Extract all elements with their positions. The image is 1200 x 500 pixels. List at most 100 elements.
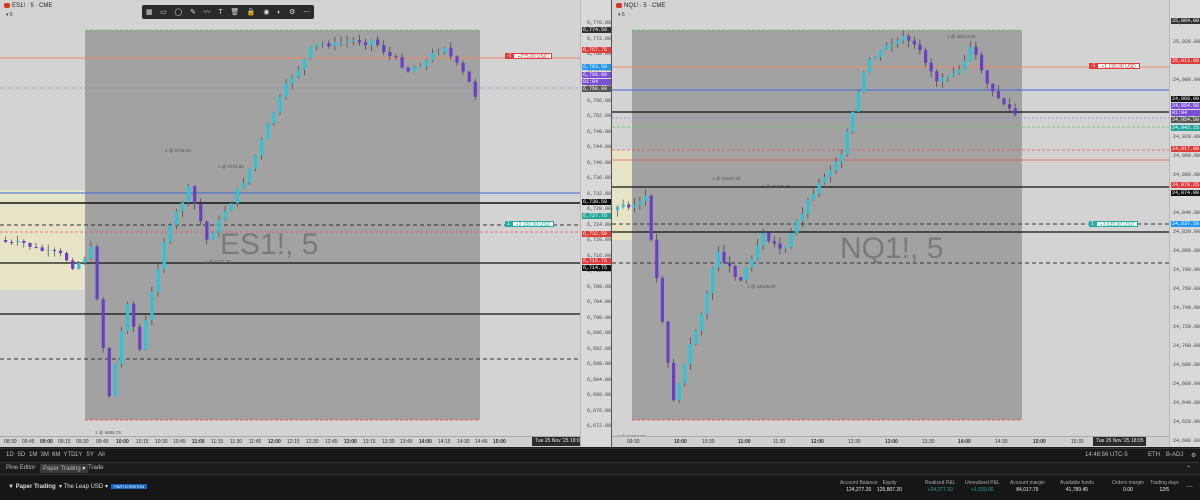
price-tick-label: 24,660.00 (1172, 381, 1200, 387)
trash-icon[interactable]: 🗑 (230, 8, 239, 16)
time-tick-label: 13:45 (400, 439, 413, 445)
bull-candle (223, 210, 227, 220)
price-tick-label: 6,692.00 (586, 345, 611, 352)
more-options-icon[interactable]: ⋯ (1186, 483, 1193, 491)
price-tick-label: 6,732.00 (586, 190, 611, 197)
es-price-axis[interactable]: 6,776.006,772.006,768.006,764.006,760.00… (580, 0, 613, 447)
bull-candle (260, 139, 264, 155)
range-button-5d[interactable]: 5D (18, 452, 26, 458)
premarket-zone (0, 190, 85, 290)
nq-time-axis[interactable]: 09:30 10:00 10:30 11:00 11:30 12:00 12:30 13:00… (612, 436, 1169, 447)
camera-icon[interactable]: ◉ (263, 8, 269, 16)
account-name: The Leap USD (63, 484, 104, 490)
settings-gear-icon[interactable]: ⚙ (1191, 452, 1196, 459)
pencil-icon[interactable]: ✎ (190, 8, 196, 16)
nq-position-tag[interactable]: 1 +3,635.00 USD (1089, 221, 1139, 228)
time-tick-label: 13:30 (382, 439, 395, 445)
bull-candle (174, 211, 178, 226)
es-chart-pane[interactable]: 1 @ 6739.25 1 @ 6731.50 1 @ 6722.75 1 @ 668… (0, 0, 580, 447)
bull-candle (370, 39, 374, 46)
price-tag: 01:04 (1171, 110, 1200, 116)
account-stat-label: Equity (882, 480, 897, 486)
range-button-3m[interactable]: 3M (41, 452, 49, 458)
bull-candle (688, 343, 692, 364)
bear-candle (199, 203, 203, 222)
bear-candle (722, 251, 726, 263)
bull-candle (418, 66, 422, 68)
bull-candle (644, 195, 648, 202)
es-symbol-header[interactable]: ES1! · 5 · CME (4, 3, 52, 9)
rectangle-icon[interactable]: ▭ (160, 8, 167, 16)
trade-marker-label: 1 @ 6688.75 (95, 430, 121, 435)
account-stat-value: 124,277.20 (846, 487, 872, 493)
adjustment-toggle[interactable]: B-ADJ (1166, 452, 1183, 458)
time-tick-label: 10:30 (702, 439, 715, 445)
range-button-all[interactable]: All (98, 452, 105, 458)
range-button-6m[interactable]: 6M (52, 452, 60, 458)
bear-candle (132, 303, 136, 327)
nq-candlestick-chart[interactable]: 1 @ 25013.00 1 @ 24837.50 1 @ 24775.25 1 @ … (612, 0, 1169, 447)
bear-candle (907, 36, 911, 41)
trade-marker-label: 1 @ 6739.25 (165, 148, 191, 153)
bear-candle (991, 83, 995, 92)
tab-paper-trading[interactable]: Paper Trading ▾ (40, 464, 89, 473)
nq-interval-toggle[interactable]: ▾ 5 (618, 12, 625, 18)
drawing-toolbar[interactable]: ▦ ▭ ◯ ✎ 〰 T 🗑 🔒 ◉ ◐ ⚙ ⋯ (142, 5, 314, 19)
text-icon[interactable]: T (218, 9, 222, 16)
price-tag: 25,064.00 (1171, 18, 1200, 24)
es-take-profit-order-tag[interactable]: -1 +275.00 USD (505, 53, 552, 60)
bear-candle (996, 91, 1000, 99)
price-tick-label: 6,680.00 (586, 392, 611, 398)
settings-icon[interactable]: ⚙ (289, 8, 295, 16)
bull-candle (946, 76, 950, 78)
es-candlestick-chart[interactable]: 1 @ 6739.251 @ 6731.501 @ 6722.751 @ 668… (0, 0, 580, 447)
grid-icon[interactable]: ▦ (146, 8, 153, 16)
bear-candle (363, 42, 368, 46)
clock-label: 14:48:56 UTC-5 (1085, 452, 1128, 458)
account-stat: Unrealized P&L +1,530.00 (965, 480, 1000, 493)
bull-candle (677, 383, 681, 401)
time-tick-label: 14:30 (995, 439, 1008, 445)
account-stat-value: 84,017.75 (1016, 487, 1039, 493)
account-stat-label: Available funds (1060, 480, 1094, 486)
bear-candle (627, 204, 631, 208)
time-tick-label: 14:00 (419, 439, 432, 445)
es-interval-toggle[interactable]: ▾ 5 (6, 12, 13, 18)
bull-candle (248, 168, 252, 183)
nq-price-axis[interactable]: 25,040.0025,020.0025,000.0024,980.0024,9… (1169, 0, 1200, 447)
session-toggle[interactable]: ETH (1148, 452, 1160, 458)
more-icon[interactable]: ⋯ (303, 8, 310, 16)
bear-candle (1002, 98, 1006, 105)
lock-icon[interactable]: 🔒 (247, 8, 256, 16)
eye-icon[interactable]: ◐ (277, 9, 281, 16)
broker-selector[interactable]: ▼ Paper Trading ▾ The Leap USD ▾ PARTICI… (8, 483, 148, 490)
collapse-panel-icon[interactable]: ⌃ (1186, 465, 1191, 472)
range-button-5y[interactable]: 5Y (87, 452, 94, 458)
tab-pine-editor[interactable]: Pine Editor (6, 465, 35, 471)
time-tick-label: 14:15 (438, 439, 451, 445)
nq-take-profit-order-tag[interactable]: -1 +1,155.00 USD (1089, 63, 1140, 70)
nq-chart-pane[interactable]: 1 @ 25013.00 1 @ 24837.50 1 @ 24775.25 1 @ … (612, 0, 1169, 447)
es-time-axis[interactable]: 08:30 09:45 09:00 09:15 09:30 09:45 10:00 10:15… (0, 436, 580, 447)
time-tick-label: 14:30 (457, 439, 470, 445)
bear-candle (1008, 104, 1012, 109)
bull-candle (896, 40, 900, 44)
bull-candle (113, 363, 117, 397)
price-tick-label: 6,748.00 (586, 128, 611, 135)
nq-symbol-header[interactable]: NQ1! · 5 · CME (616, 3, 665, 9)
range-button-1d[interactable]: 1D (6, 452, 14, 458)
range-button-ytd[interactable]: YTD (64, 452, 76, 458)
bear-candle (52, 250, 56, 252)
brush-icon[interactable]: 〰 (204, 7, 211, 17)
es-position-tag[interactable]: 1 +2,150.00 USD (505, 221, 555, 228)
ellipse-icon[interactable]: ◯ (175, 8, 183, 16)
time-tick-label: 10:45 (173, 439, 186, 445)
bull-candle (694, 330, 698, 344)
range-button-1m[interactable]: 1M (29, 452, 37, 458)
price-tick-label: 24,680.00 (1172, 362, 1200, 368)
tab-trade[interactable]: Trade (88, 465, 103, 471)
price-tick-label: 24,780.00 (1172, 267, 1200, 273)
account-stat-label: Account Balance (840, 480, 878, 486)
range-button-1y[interactable]: 1Y (75, 452, 82, 458)
bear-candle (382, 45, 386, 53)
